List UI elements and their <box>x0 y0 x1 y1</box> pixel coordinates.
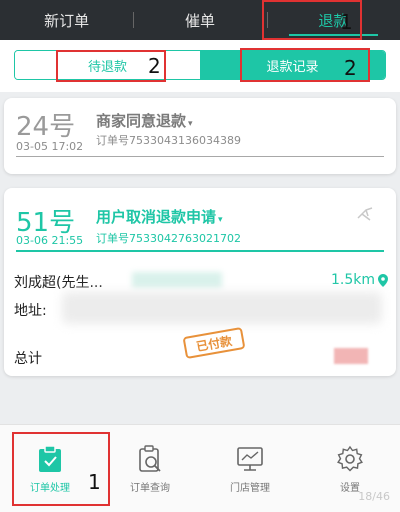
caret-down-icon: ▾ <box>218 215 223 225</box>
segment-pending-refund[interactable]: 待退款 <box>15 51 200 79</box>
divider <box>16 250 384 252</box>
monitor-icon <box>237 447 263 471</box>
annotation-number: 2 <box>148 54 161 78</box>
nav-label: 订单处理 <box>30 483 70 494</box>
order-card[interactable]: 24号 03-05 17:02 商家同意退款 ▾ 订单号7533043136034… <box>4 98 396 174</box>
tab-refund[interactable]: 退款 <box>266 0 400 40</box>
order-id: 订单号7533042763021702 <box>96 232 241 245</box>
refund-segment-control: 待退款 退款记录 <box>14 50 386 80</box>
pointer-hand-icon <box>357 207 373 221</box>
location-pin-icon <box>378 273 388 287</box>
annotation-number: 1 <box>88 470 101 494</box>
order-search-icon <box>139 445 161 472</box>
tab-reminders[interactable]: 催单 <box>133 0 266 40</box>
distance-value: 1.5km <box>330 272 375 288</box>
order-time: 03-06 21:55 <box>16 234 84 247</box>
nav-label: 订单查询 <box>130 483 170 494</box>
nav-label: 门店管理 <box>230 483 270 494</box>
order-time: 03-05 17:02 <box>16 140 84 153</box>
nav-order-search[interactable]: 订单查询 <box>100 425 200 512</box>
tab-new-orders[interactable]: 新订单 <box>0 0 133 40</box>
redacted-phone <box>132 272 222 288</box>
gear-icon <box>337 445 363 472</box>
order-id: 订单号7533043136034389 <box>96 134 241 147</box>
order-status[interactable]: 商家同意退款 ▾ <box>96 110 193 131</box>
refund-filter-bar: 待退款 退款记录 <box>0 40 400 92</box>
address-label: 地址: <box>14 303 47 319</box>
segment-refund-records[interactable]: 退款记录 <box>200 51 385 79</box>
redacted-address <box>62 292 382 324</box>
nav-label: 设置 <box>340 483 360 494</box>
customer-name: 刘成超(先生... <box>14 275 103 291</box>
order-status-label: 商家同意退款 <box>96 112 187 130</box>
bottom-nav: 订单处理 订单查询 门店管理 设置 <box>0 424 400 512</box>
order-number: 24号 <box>16 112 76 142</box>
caret-down-icon: ▾ <box>188 119 193 129</box>
redacted-amount <box>334 348 368 364</box>
annotation-number: 1 <box>340 10 353 34</box>
total-label: 总计 <box>14 351 42 367</box>
order-card[interactable]: 51号 03-06 21:55 用户取消退款申请 ▾ 订单号75330427630… <box>4 188 396 376</box>
paid-stamp: 已付款 <box>182 326 246 360</box>
page-counter: 18/46 <box>358 490 390 503</box>
annotation-number: 2 <box>344 56 357 80</box>
distance-link[interactable]: 1.5km <box>331 272 388 288</box>
nav-order-processing[interactable]: 订单处理 <box>0 425 100 512</box>
nav-store-management[interactable]: 门店管理 <box>200 425 300 512</box>
clipboard-check-icon <box>39 445 61 472</box>
divider <box>16 156 384 157</box>
order-status[interactable]: 用户取消退款申请 ▾ <box>96 206 223 227</box>
order-status-label: 用户取消退款申请 <box>96 208 217 226</box>
